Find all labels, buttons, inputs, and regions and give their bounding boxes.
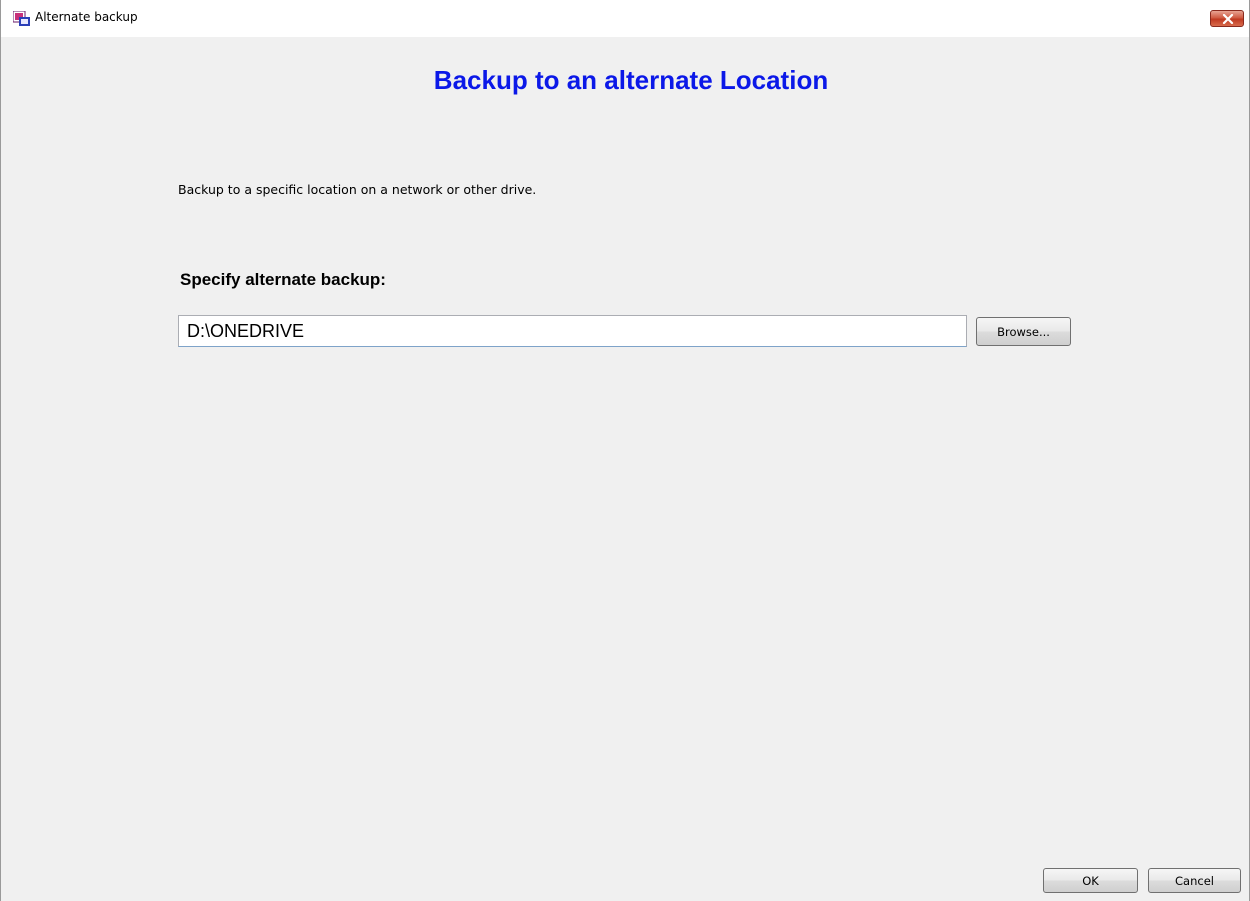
- page-title: Backup to an alternate Location: [433, 65, 829, 95]
- title-bar: Alternate backup: [1, 0, 1249, 37]
- window-title: Alternate backup: [35, 10, 138, 24]
- cancel-button[interactable]: Cancel: [1148, 868, 1241, 893]
- description-text: Backup to a specific location on a netwo…: [178, 182, 537, 197]
- app-backup-icon: [12, 10, 31, 27]
- alternate-backup-label: Specify alternate backup:: [180, 270, 386, 289]
- browse-button[interactable]: Browse...: [976, 317, 1071, 346]
- dialog-content: Backup to an alternate Location Backup t…: [1, 37, 1249, 901]
- close-button[interactable]: [1210, 10, 1244, 27]
- backup-path-input[interactable]: [178, 315, 967, 347]
- ok-button[interactable]: OK: [1043, 868, 1138, 893]
- close-icon: [1222, 14, 1234, 24]
- alternate-backup-dialog: Alternate backup Backup to an alternate …: [0, 0, 1250, 901]
